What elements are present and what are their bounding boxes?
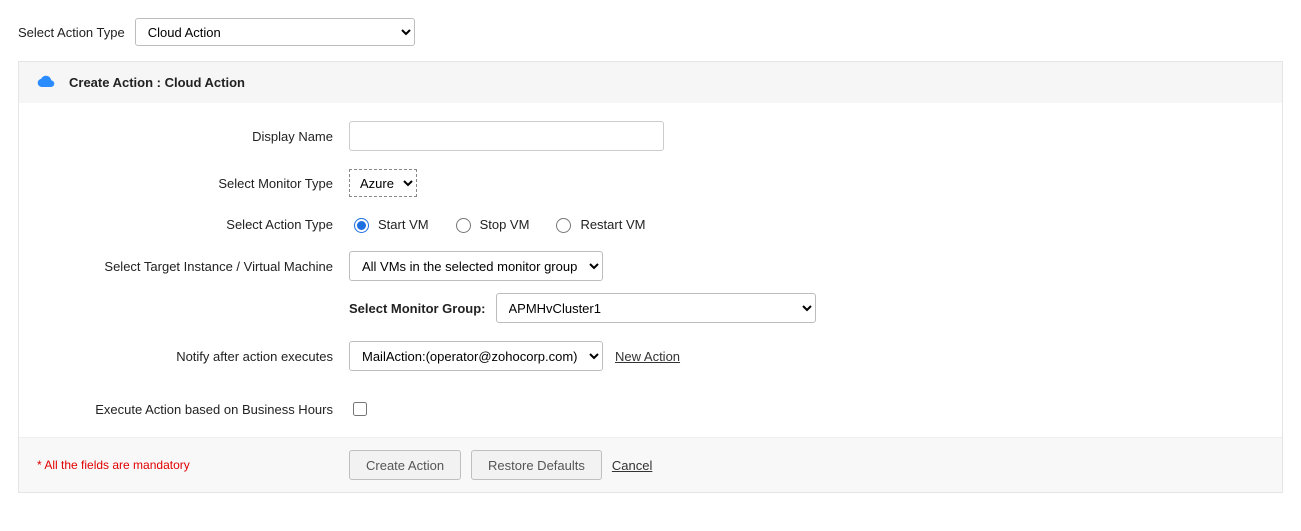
restore-defaults-button[interactable]: Restore Defaults xyxy=(471,450,602,480)
footer: * All the fields are mandatory Create Ac… xyxy=(19,437,1282,492)
create-action-panel: Create Action : Cloud Action Display Nam… xyxy=(18,61,1283,493)
row-display-name: Display Name xyxy=(19,121,1282,151)
business-hours-label: Execute Action based on Business Hours xyxy=(19,402,349,417)
panel-header: Create Action : Cloud Action xyxy=(19,62,1282,103)
row-notify: Notify after action executes MailAction:… xyxy=(19,341,1282,371)
action-type-top-select[interactable]: Cloud Action xyxy=(135,18,415,46)
monitor-type-label: Select Monitor Type xyxy=(19,176,349,191)
mandatory-note: * All the fields are mandatory xyxy=(37,458,349,472)
notify-select[interactable]: MailAction:(operator@zohocorp.com) xyxy=(349,341,603,371)
monitor-type-select[interactable]: Azure xyxy=(349,169,417,197)
row-business-hours: Execute Action based on Business Hours xyxy=(19,399,1282,419)
row-monitor-group: Select Monitor Group: APMHvCluster1 xyxy=(349,293,1282,323)
radio-stop-vm-label: Stop VM xyxy=(480,217,530,232)
row-monitor-type: Select Monitor Type Azure xyxy=(19,169,1282,197)
new-action-link[interactable]: New Action xyxy=(615,349,680,364)
row-action-type: Select Action Type Start VM Stop VM Rest… xyxy=(19,215,1282,233)
panel-title: Create Action : Cloud Action xyxy=(69,75,245,90)
action-type-top-row: Select Action Type Cloud Action xyxy=(18,18,1283,46)
radio-stop-vm-input[interactable] xyxy=(456,218,471,233)
radio-stop-vm[interactable]: Stop VM xyxy=(451,215,530,233)
cancel-link[interactable]: Cancel xyxy=(612,458,652,473)
radio-restart-vm-input[interactable] xyxy=(556,218,571,233)
notify-label: Notify after action executes xyxy=(19,349,349,364)
panel-body: Display Name Select Monitor Type Azure S… xyxy=(19,103,1282,437)
radio-start-vm[interactable]: Start VM xyxy=(349,215,429,233)
row-target: Select Target Instance / Virtual Machine… xyxy=(19,251,1282,281)
action-type-label: Select Action Type xyxy=(19,217,349,232)
radio-start-vm-label: Start VM xyxy=(378,217,429,232)
display-name-input[interactable] xyxy=(349,121,664,151)
monitor-group-select[interactable]: APMHvCluster1 xyxy=(496,293,816,323)
monitor-group-label: Select Monitor Group: xyxy=(349,301,486,316)
business-hours-checkbox[interactable] xyxy=(353,402,367,416)
radio-start-vm-input[interactable] xyxy=(354,218,369,233)
target-select[interactable]: All VMs in the selected monitor group xyxy=(349,251,603,281)
cloud-icon xyxy=(37,74,55,91)
radio-restart-vm[interactable]: Restart VM xyxy=(551,215,645,233)
target-label: Select Target Instance / Virtual Machine xyxy=(19,259,349,274)
create-action-button[interactable]: Create Action xyxy=(349,450,461,480)
display-name-label: Display Name xyxy=(19,129,349,144)
action-type-top-label: Select Action Type xyxy=(18,25,125,40)
radio-restart-vm-label: Restart VM xyxy=(580,217,645,232)
